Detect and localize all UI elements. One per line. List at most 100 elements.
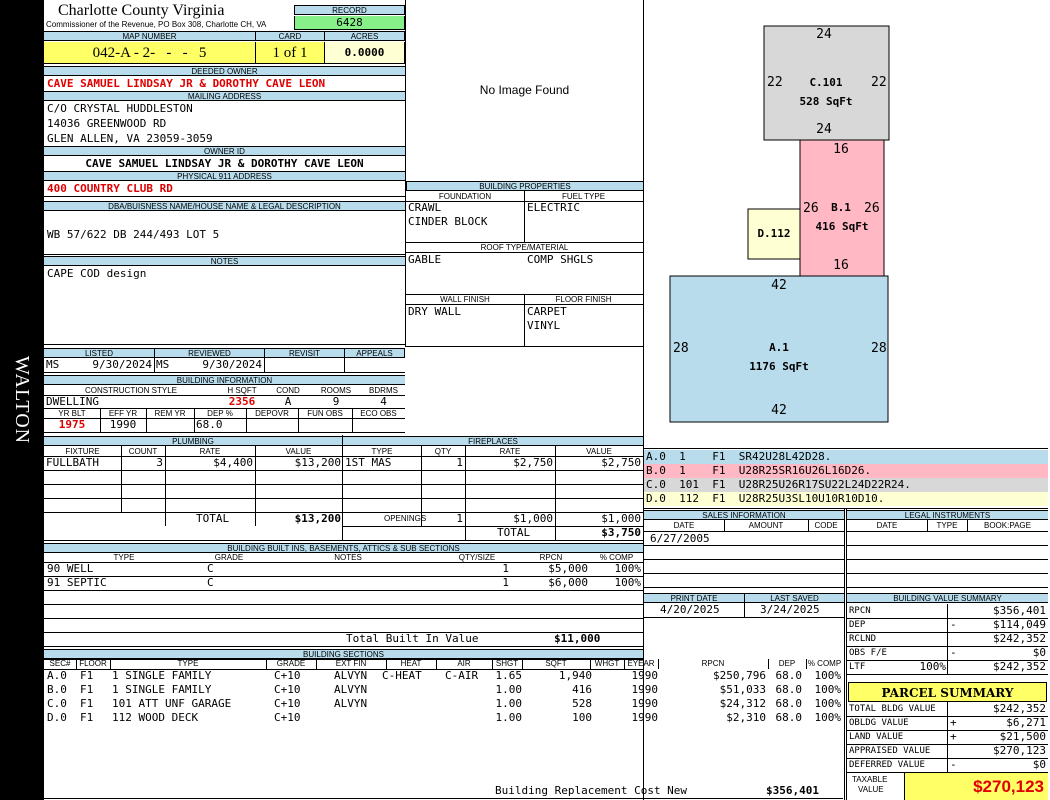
sketch-c-label: C.101 (809, 76, 843, 89)
plumbing-total-label: TOTAL (196, 512, 230, 525)
section-col-shgt: SHGT (495, 659, 519, 668)
sections-header: BUILDING SECTIONS (44, 649, 643, 659)
card-header: CARD (255, 31, 324, 41)
section-col-grade: GRADE (276, 659, 306, 668)
builtins-total-label: Total Built In Value (346, 632, 479, 645)
sketch-a-left: 28 (673, 341, 689, 356)
section-comp: 100% (814, 711, 842, 724)
section-grade: C+10 (274, 683, 301, 696)
section-eyear: 1990 (631, 683, 659, 696)
value-summary-label: OBS F/E (849, 648, 887, 658)
sketch-a-right: 28 (871, 341, 887, 356)
section-col-dep: DEP (778, 659, 796, 668)
section-floor: F1 (80, 683, 94, 696)
sketch-c-bottom: 24 (816, 122, 832, 137)
section-floor: F1 (80, 669, 94, 682)
construction-style: DWELLING (46, 395, 99, 408)
fireplace-rate: $2,750 (513, 456, 553, 469)
vector-row: B.0 1 F1 U28R25SR16U26L16D26. (644, 464, 1048, 478)
listed-by: MS (46, 358, 60, 371)
floor-finish-1: CARPET (527, 305, 567, 318)
roof-type: GABLE (408, 253, 442, 266)
openings-value: $1,000 (601, 512, 641, 525)
reviewed-by: MS (156, 358, 170, 371)
county-title: Charlotte County Virginia (58, 2, 225, 19)
section-eyear: 1990 (631, 711, 659, 724)
section-shgt: 1.00 (495, 697, 523, 710)
year-built: 1975 (58, 418, 86, 431)
section-type: 101 ATT UNF GARAGE (112, 697, 232, 710)
sales-col-amount: AMOUNT (748, 521, 784, 530)
section-col-whgt: WHGT (594, 659, 620, 668)
sketch-c-right: 22 (871, 75, 887, 90)
listed-date: 9/30/2024 (92, 358, 152, 371)
record-header: RECORD (294, 5, 405, 15)
building-properties-header: BUILDING PROPERTIES (406, 181, 643, 191)
section-comp: 100% (814, 697, 842, 710)
section-dep: 68.0 (775, 669, 803, 682)
card-number: 1 of 1 (255, 42, 324, 64)
legal-header: DBA/BUISNESS NAME/HOUSE NAME & LEGAL DES… (44, 201, 405, 211)
brcn-label: Building Replacement Cost New (495, 784, 688, 797)
section-sec: B.0 (47, 683, 67, 696)
builtin-comp-1: 100% (614, 562, 642, 575)
section-rpcn: $51,033 (719, 683, 766, 696)
value-summary-label: DEP (849, 620, 866, 630)
parcel-summary-label: OBLDG VALUE (849, 718, 909, 728)
section-col-air: AIR (457, 659, 471, 668)
builtin-rpcn-1: $5,000 (548, 562, 588, 575)
building-info-header: BUILDING INFORMATION (44, 375, 405, 385)
section-sqft: 528 (572, 697, 592, 710)
appeals-header: APPEALS (344, 348, 405, 358)
builtin-grade-1: C (207, 562, 214, 575)
builtin-qty-2: 1 (502, 576, 509, 589)
value-summary-label: LTF (849, 662, 866, 672)
commissioner-line: Commissioner of the Revenue, PO Box 308,… (46, 20, 267, 29)
section-grade: C+10 (274, 711, 301, 724)
physical-address: 400 COUNTRY CLUB RD (47, 182, 173, 195)
deeded-owner-header: DEEDED OWNER (44, 66, 405, 76)
builtin-type-1: 90 WELL (47, 562, 94, 575)
plumbing-total: $13,200 (294, 512, 341, 525)
section-type: 1 SINGLE FAMILY (112, 669, 212, 682)
sketch-c-left: 22 (767, 75, 783, 90)
section-type: 112 WOOD DECK (112, 711, 199, 724)
builtin-type-2: 91 SEPTIC (47, 576, 107, 589)
section-rpcn: $2,310 (726, 711, 766, 724)
dep-pct: 68.0 (196, 418, 223, 431)
foundation-1: CRAWL (408, 201, 442, 214)
section-ext: ALVYN (334, 697, 368, 710)
taxable-label-2: VALUE (858, 785, 884, 794)
print-date-header: PRINT DATE (644, 593, 744, 603)
mailing-line-2: 14036 GREENWOOD RD (47, 117, 167, 130)
section-rpcn: $250,796 (713, 669, 766, 682)
section-dep: 68.0 (775, 711, 803, 724)
fireplace-total-label: TOTAL (497, 526, 531, 539)
section-eyear: 1990 (631, 697, 659, 710)
parcel-summary-label: APPRAISED VALUE (849, 746, 931, 756)
plumbing-count: 3 (156, 456, 163, 469)
parcel-summary-label: LAND VALUE (849, 732, 904, 742)
value-summary-value: $356,401 (993, 604, 1046, 617)
section-sqft: 100 (572, 711, 592, 724)
mailing-address-header: MAILING ADDRESS (44, 91, 405, 101)
parcel-summary-header: PARCEL SUMMARY (848, 682, 1047, 702)
owner-id: CAVE SAMUEL LINDSAY JR & DOROTHY CAVE LE… (85, 157, 364, 170)
openings-rate: $1,000 (513, 512, 553, 525)
sales-header: SALES INFORMATION (644, 510, 844, 520)
section-ext: ALVYN (334, 683, 368, 696)
builtin-qty-1: 1 (502, 562, 509, 575)
sketch-a-top: 42 (771, 278, 787, 293)
plumbing-rate: $4,400 (213, 456, 253, 469)
floor-finish-2: VINYL (527, 319, 561, 332)
parcel-summary-label: TOTAL BLDG VALUE (849, 704, 936, 714)
value-summary-value: $0 (1032, 646, 1046, 659)
fuel-type: ELECTRIC (527, 201, 580, 214)
eff-year: 1990 (109, 418, 137, 431)
section-shgt: 1.65 (495, 669, 523, 682)
fireplaces-header: FIREPLACES (343, 436, 643, 446)
section-floor: F1 (80, 711, 94, 724)
section-sec: C.0 (47, 697, 67, 710)
listed-header: LISTED (44, 348, 154, 358)
value-summary-pct: 100% (919, 660, 947, 673)
